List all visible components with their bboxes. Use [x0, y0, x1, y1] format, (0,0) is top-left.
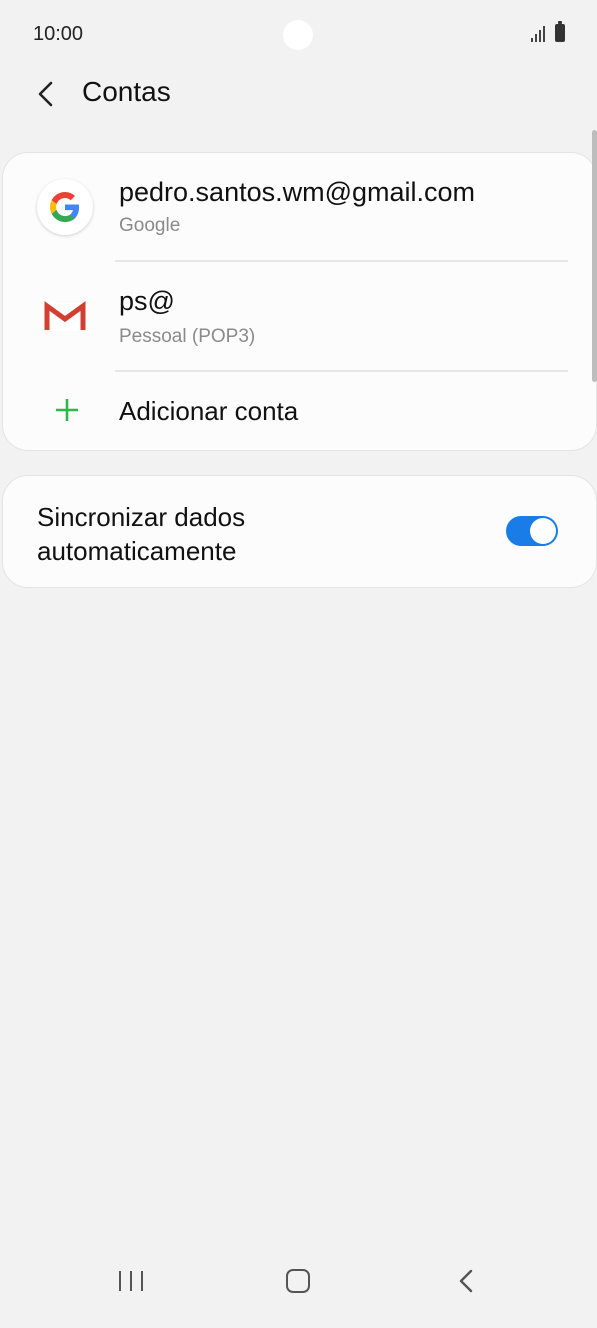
plus-icon [56, 399, 78, 421]
add-account-button[interactable]: Adicionar conta [3, 372, 596, 450]
signal-icon [531, 24, 545, 42]
recent-apps-button[interactable] [119, 1269, 143, 1293]
auto-sync-setting[interactable]: Sincronizar dados automaticamente [2, 475, 597, 588]
nav-back-button[interactable] [455, 1268, 479, 1294]
account-name: pedro.santos.wm@gmail.com [119, 177, 476, 207]
status-icons [531, 21, 565, 42]
front-camera [283, 20, 313, 50]
scrollbar[interactable] [592, 130, 597, 382]
gmail-icon [37, 288, 93, 344]
auto-sync-label: Sincronizar dados automaticamente [37, 502, 246, 566]
chevron-left-icon [38, 81, 53, 107]
status-time: 10:00 [33, 23, 84, 45]
account-item-google[interactable]: pedro.santos.wm@gmail.com Google [3, 153, 596, 261]
toggle-knob [530, 518, 556, 544]
account-item-pop3[interactable]: ps@ Pessoal (POP3) [3, 262, 596, 371]
navigation-bar [0, 1258, 597, 1328]
back-button[interactable] [30, 78, 62, 110]
account-name: ps@ [119, 286, 175, 316]
account-type: Pessoal (POP3) [119, 326, 256, 347]
home-button[interactable] [286, 1269, 310, 1293]
accounts-screen: 10:00 Contas pedro.santos.wm@gmail.com G… [0, 0, 597, 1328]
battery-icon [555, 21, 565, 42]
app-bar: Contas [0, 70, 597, 120]
status-bar: 10:00 [0, 0, 597, 70]
page-title: Contas [82, 76, 171, 107]
account-type: Google [119, 215, 181, 236]
auto-sync-toggle[interactable] [506, 516, 558, 546]
add-account-label: Adicionar conta [119, 396, 299, 426]
google-icon [37, 179, 93, 235]
accounts-list: pedro.santos.wm@gmail.com Google ps@ Pes… [2, 152, 597, 451]
